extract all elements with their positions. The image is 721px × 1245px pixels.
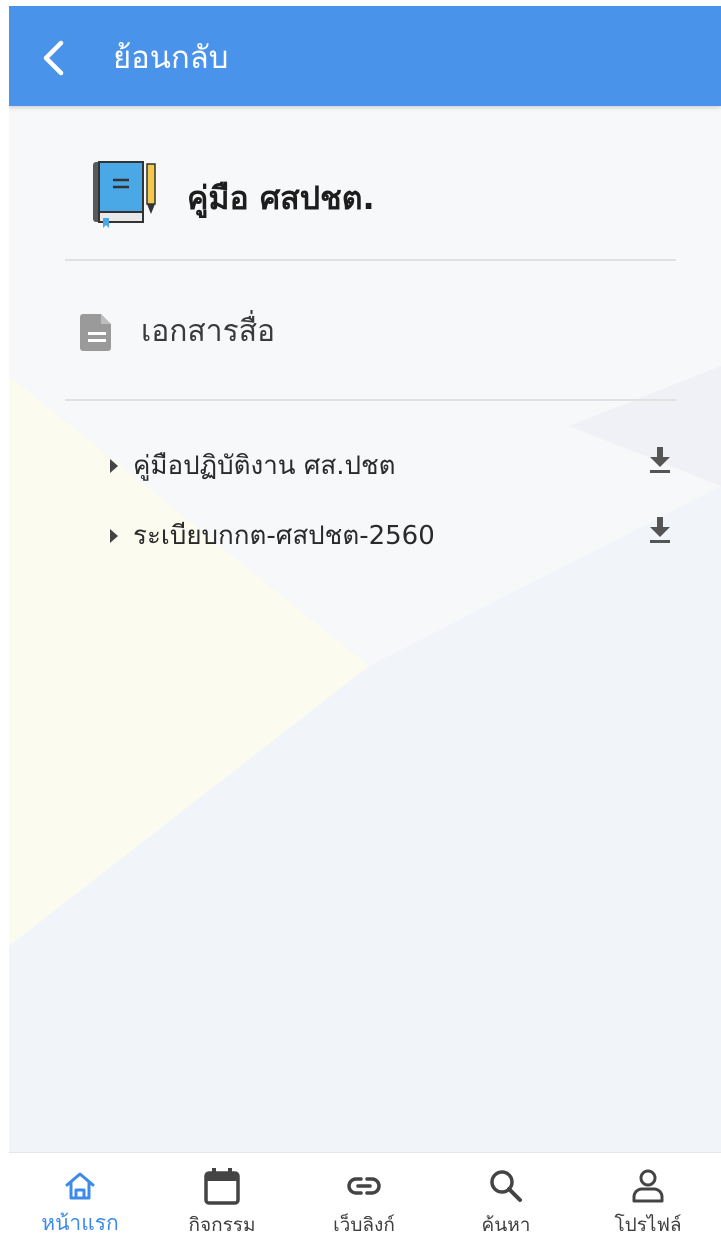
document-label[interactable]: คู่มือปฏิบัติงาน ศส.ปชต (133, 446, 396, 486)
nav-item-home[interactable]: หน้าแรก (9, 1153, 151, 1245)
triangle-right-icon (110, 529, 118, 543)
profile-icon (632, 1169, 664, 1203)
nav-label: หน้าแรก (41, 1211, 119, 1235)
divider (65, 259, 676, 261)
manual-header: คู่มือ ศสปชต. (91, 156, 671, 236)
link-icon (347, 1177, 381, 1195)
nav-item-profile[interactable]: โปรไฟล์ (577, 1153, 719, 1245)
search-icon (490, 1170, 522, 1202)
document-icon (80, 314, 111, 351)
nav-label: ค้นหา (481, 1214, 531, 1236)
download-icon[interactable] (645, 514, 675, 546)
nav-label: เว็บลิงก์ (333, 1214, 395, 1236)
nav-label: โปรไฟล์ (614, 1214, 682, 1236)
document-label[interactable]: ระเบียบกกต-ศสปชต-2560 (133, 516, 435, 556)
nav-label: กิจกรรม (188, 1214, 256, 1236)
divider (65, 399, 676, 401)
document-item[interactable]: ระเบียบกกต-ศสปชต-2560 (105, 514, 685, 560)
triangle-right-icon (110, 459, 118, 473)
calendar-icon (204, 1168, 240, 1205)
top-app-bar: ย้อนกลับ (9, 6, 721, 106)
manual-title: คู่มือ ศสปชต. (187, 179, 375, 217)
book-pencil-icon (93, 161, 156, 228)
app-screen: ย้อนกลับ คู่มือ ศสปชต. เอกสารสื่อ คู่มือ… (9, 6, 721, 1245)
nav-item-search[interactable]: ค้นหา (435, 1153, 577, 1245)
nav-item-activities[interactable]: กิจกรรม (151, 1153, 293, 1245)
document-item[interactable]: คู่มือปฏิบัติงาน ศส.ปชต (105, 444, 685, 490)
chevron-left-icon (43, 40, 64, 76)
download-icon[interactable] (645, 444, 675, 476)
back-button[interactable] (33, 36, 73, 80)
section-header: เอกสารสื่อ (75, 304, 575, 360)
nav-item-weblinks[interactable]: เว็บลิงก์ (293, 1153, 435, 1245)
back-label[interactable]: ย้อนกลับ (113, 36, 228, 80)
bottom-navigation: หน้าแรก กิจกรรม เว็บลิงก์ ค้นหา โปรไฟล์ (9, 1152, 721, 1245)
section-title: เอกสารสื่อ (141, 314, 276, 349)
home-icon (65, 1172, 95, 1200)
